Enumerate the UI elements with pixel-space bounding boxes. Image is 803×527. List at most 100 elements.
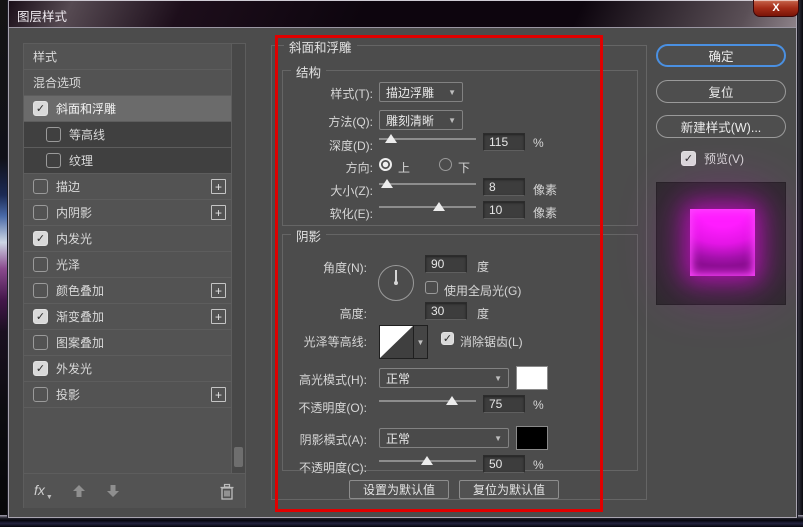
antialias-checkbox[interactable]: ✓	[441, 332, 454, 345]
checkbox-unchecked-icon[interactable]	[33, 387, 48, 402]
technique-select[interactable]: 雕刻清晰 ▼	[379, 110, 463, 130]
checkbox-unchecked-icon[interactable]	[33, 257, 48, 272]
size-value-input[interactable]: 8	[483, 178, 525, 196]
highlight-opacity-thumb[interactable]	[446, 396, 458, 405]
desktop-background-right-strip	[797, 0, 803, 527]
direction-down-radio[interactable]	[439, 158, 452, 171]
soften-slider[interactable]	[379, 201, 476, 213]
preview-toggle[interactable]: ✓ 预览(V)	[681, 150, 744, 167]
reset-default-button[interactable]: 复位为默认值	[459, 480, 559, 499]
sidebar-item-outer-glow[interactable]: ✓ 外发光	[24, 356, 232, 382]
size-slider-thumb[interactable]	[381, 179, 393, 188]
highlight-mode-select[interactable]: 正常 ▼	[379, 368, 509, 388]
antialias-label: 消除锯齿(L)	[460, 333, 523, 350]
set-default-button[interactable]: 设置为默认值	[349, 480, 449, 499]
highlight-opacity-slider[interactable]	[379, 395, 476, 407]
sidebar-item-stroke[interactable]: 描边 +	[24, 174, 232, 200]
technique-label: 方法(Q):	[285, 113, 373, 130]
close-button[interactable]: X	[753, 0, 799, 17]
depth-slider-thumb[interactable]	[385, 134, 397, 143]
altitude-label: 高度:	[279, 305, 367, 322]
chevron-down-icon: ▼	[417, 338, 425, 347]
fx-menu-button[interactable]: fx▼	[34, 482, 53, 501]
effects-sidebar: 样式 混合选项 ✓ 斜面和浮雕 等高线 纹理	[23, 43, 246, 508]
sidebar-scrollbar-thumb[interactable]	[234, 447, 243, 467]
gloss-contour-picker[interactable]: ▼	[379, 325, 428, 359]
soften-value-input[interactable]: 10	[483, 201, 525, 219]
sidebar-item-contour[interactable]: 等高线	[24, 122, 232, 148]
slider-track	[379, 206, 476, 208]
style-preview-thumbnail	[656, 182, 786, 305]
angle-value-input[interactable]: 90	[425, 255, 467, 273]
shadow-color-swatch[interactable]	[516, 426, 548, 450]
soften-label: 软化(E):	[285, 205, 373, 222]
layer-style-dialog: 图层样式 X 样式 混合选项 ✓ 斜面和浮雕	[8, 0, 797, 518]
style-select[interactable]: 描边浮雕 ▼	[379, 82, 463, 102]
soften-slider-thumb[interactable]	[433, 202, 445, 211]
reset-button[interactable]: 复位	[656, 80, 786, 103]
global-light-checkbox[interactable]	[425, 281, 438, 294]
checkbox-checked-icon[interactable]: ✓	[33, 231, 48, 246]
screenshot-stage: 图层样式 X 样式 混合选项 ✓ 斜面和浮雕	[0, 0, 803, 527]
direction-up-radio[interactable]	[379, 158, 392, 171]
sidebar-item-satin[interactable]: 光泽	[24, 252, 232, 278]
new-style-button[interactable]: 新建样式(W)...	[656, 115, 786, 138]
style-label: 样式(T):	[285, 85, 373, 102]
altitude-value-input[interactable]: 30	[425, 302, 467, 320]
slider-track	[379, 183, 476, 185]
checkbox-unchecked-icon[interactable]	[33, 283, 48, 298]
add-instance-icon[interactable]: +	[211, 283, 226, 298]
angle-label: 角度(N):	[279, 259, 367, 276]
checkbox-unchecked-icon[interactable]	[46, 153, 61, 168]
sidebar-item-inner-shadow[interactable]: 内阴影 +	[24, 200, 232, 226]
shadow-mode-select[interactable]: 正常 ▼	[379, 428, 509, 448]
delete-effect-button[interactable]	[219, 483, 235, 500]
close-icon: X	[772, 2, 779, 14]
depth-value-input[interactable]: 115	[483, 133, 525, 151]
highlight-opacity-unit: %	[533, 398, 544, 412]
checkbox-unchecked-icon[interactable]	[33, 179, 48, 194]
slider-track	[379, 400, 476, 402]
checkbox-unchecked-icon[interactable]	[46, 127, 61, 142]
sidebar-item-inner-glow[interactable]: ✓ 内发光	[24, 226, 232, 252]
ok-button[interactable]: 确定	[656, 44, 786, 67]
sidebar-scrollbar[interactable]	[231, 44, 245, 473]
sidebar-item-bevel-emboss[interactable]: ✓ 斜面和浮雕	[24, 96, 232, 122]
sidebar-item-gradient-overlay[interactable]: ✓ 渐变叠加 +	[24, 304, 232, 330]
highlight-opacity-label: 不透明度(O):	[279, 399, 367, 416]
shadow-opacity-thumb[interactable]	[421, 456, 433, 465]
dialog-body: 样式 混合选项 ✓ 斜面和浮雕 等高线 纹理	[9, 28, 796, 517]
add-instance-icon[interactable]: +	[211, 205, 226, 220]
depth-slider[interactable]	[379, 133, 476, 145]
preview-checkbox[interactable]: ✓	[681, 151, 696, 166]
shadow-opacity-slider[interactable]	[379, 455, 476, 467]
titlebar[interactable]: 图层样式 X	[9, 0, 796, 28]
shadow-opacity-label: 不透明度(C):	[279, 459, 367, 476]
add-instance-icon[interactable]: +	[211, 309, 226, 324]
size-slider[interactable]	[379, 178, 476, 190]
chevron-down-icon: ▼	[488, 374, 502, 383]
sidebar-item-styles[interactable]: 样式	[24, 44, 232, 70]
add-instance-icon[interactable]: +	[211, 179, 226, 194]
highlight-color-swatch[interactable]	[516, 366, 548, 390]
checkbox-checked-icon[interactable]: ✓	[33, 309, 48, 324]
angle-dial[interactable]	[378, 265, 414, 301]
checkbox-checked-icon[interactable]: ✓	[33, 101, 48, 116]
panel-title: 斜面和浮雕	[284, 37, 357, 56]
sidebar-item-texture[interactable]: 纹理	[24, 148, 232, 174]
highlight-opacity-input[interactable]: 75	[483, 395, 525, 413]
bevel-emboss-panel: 斜面和浮雕 结构 样式(T): 描边浮雕 ▼ 方法(Q): 雕刻清晰 ▼ 深度(…	[271, 45, 647, 500]
sidebar-item-color-overlay[interactable]: 颜色叠加 +	[24, 278, 232, 304]
sidebar-item-blending-options[interactable]: 混合选项	[24, 70, 232, 96]
move-effect-up-button[interactable]	[71, 483, 87, 499]
add-instance-icon[interactable]: +	[211, 387, 226, 402]
checkbox-unchecked-icon[interactable]	[33, 335, 48, 350]
sidebar-item-drop-shadow[interactable]: 投影 +	[24, 382, 232, 408]
contour-dropdown-button[interactable]: ▼	[414, 325, 428, 359]
shadow-opacity-input[interactable]: 50	[483, 455, 525, 473]
move-effect-down-button[interactable]	[105, 483, 121, 499]
checkbox-unchecked-icon[interactable]	[33, 205, 48, 220]
sidebar-item-pattern-overlay[interactable]: 图案叠加	[24, 330, 232, 356]
contour-swatch[interactable]	[379, 325, 414, 359]
checkbox-checked-icon[interactable]: ✓	[33, 361, 48, 376]
